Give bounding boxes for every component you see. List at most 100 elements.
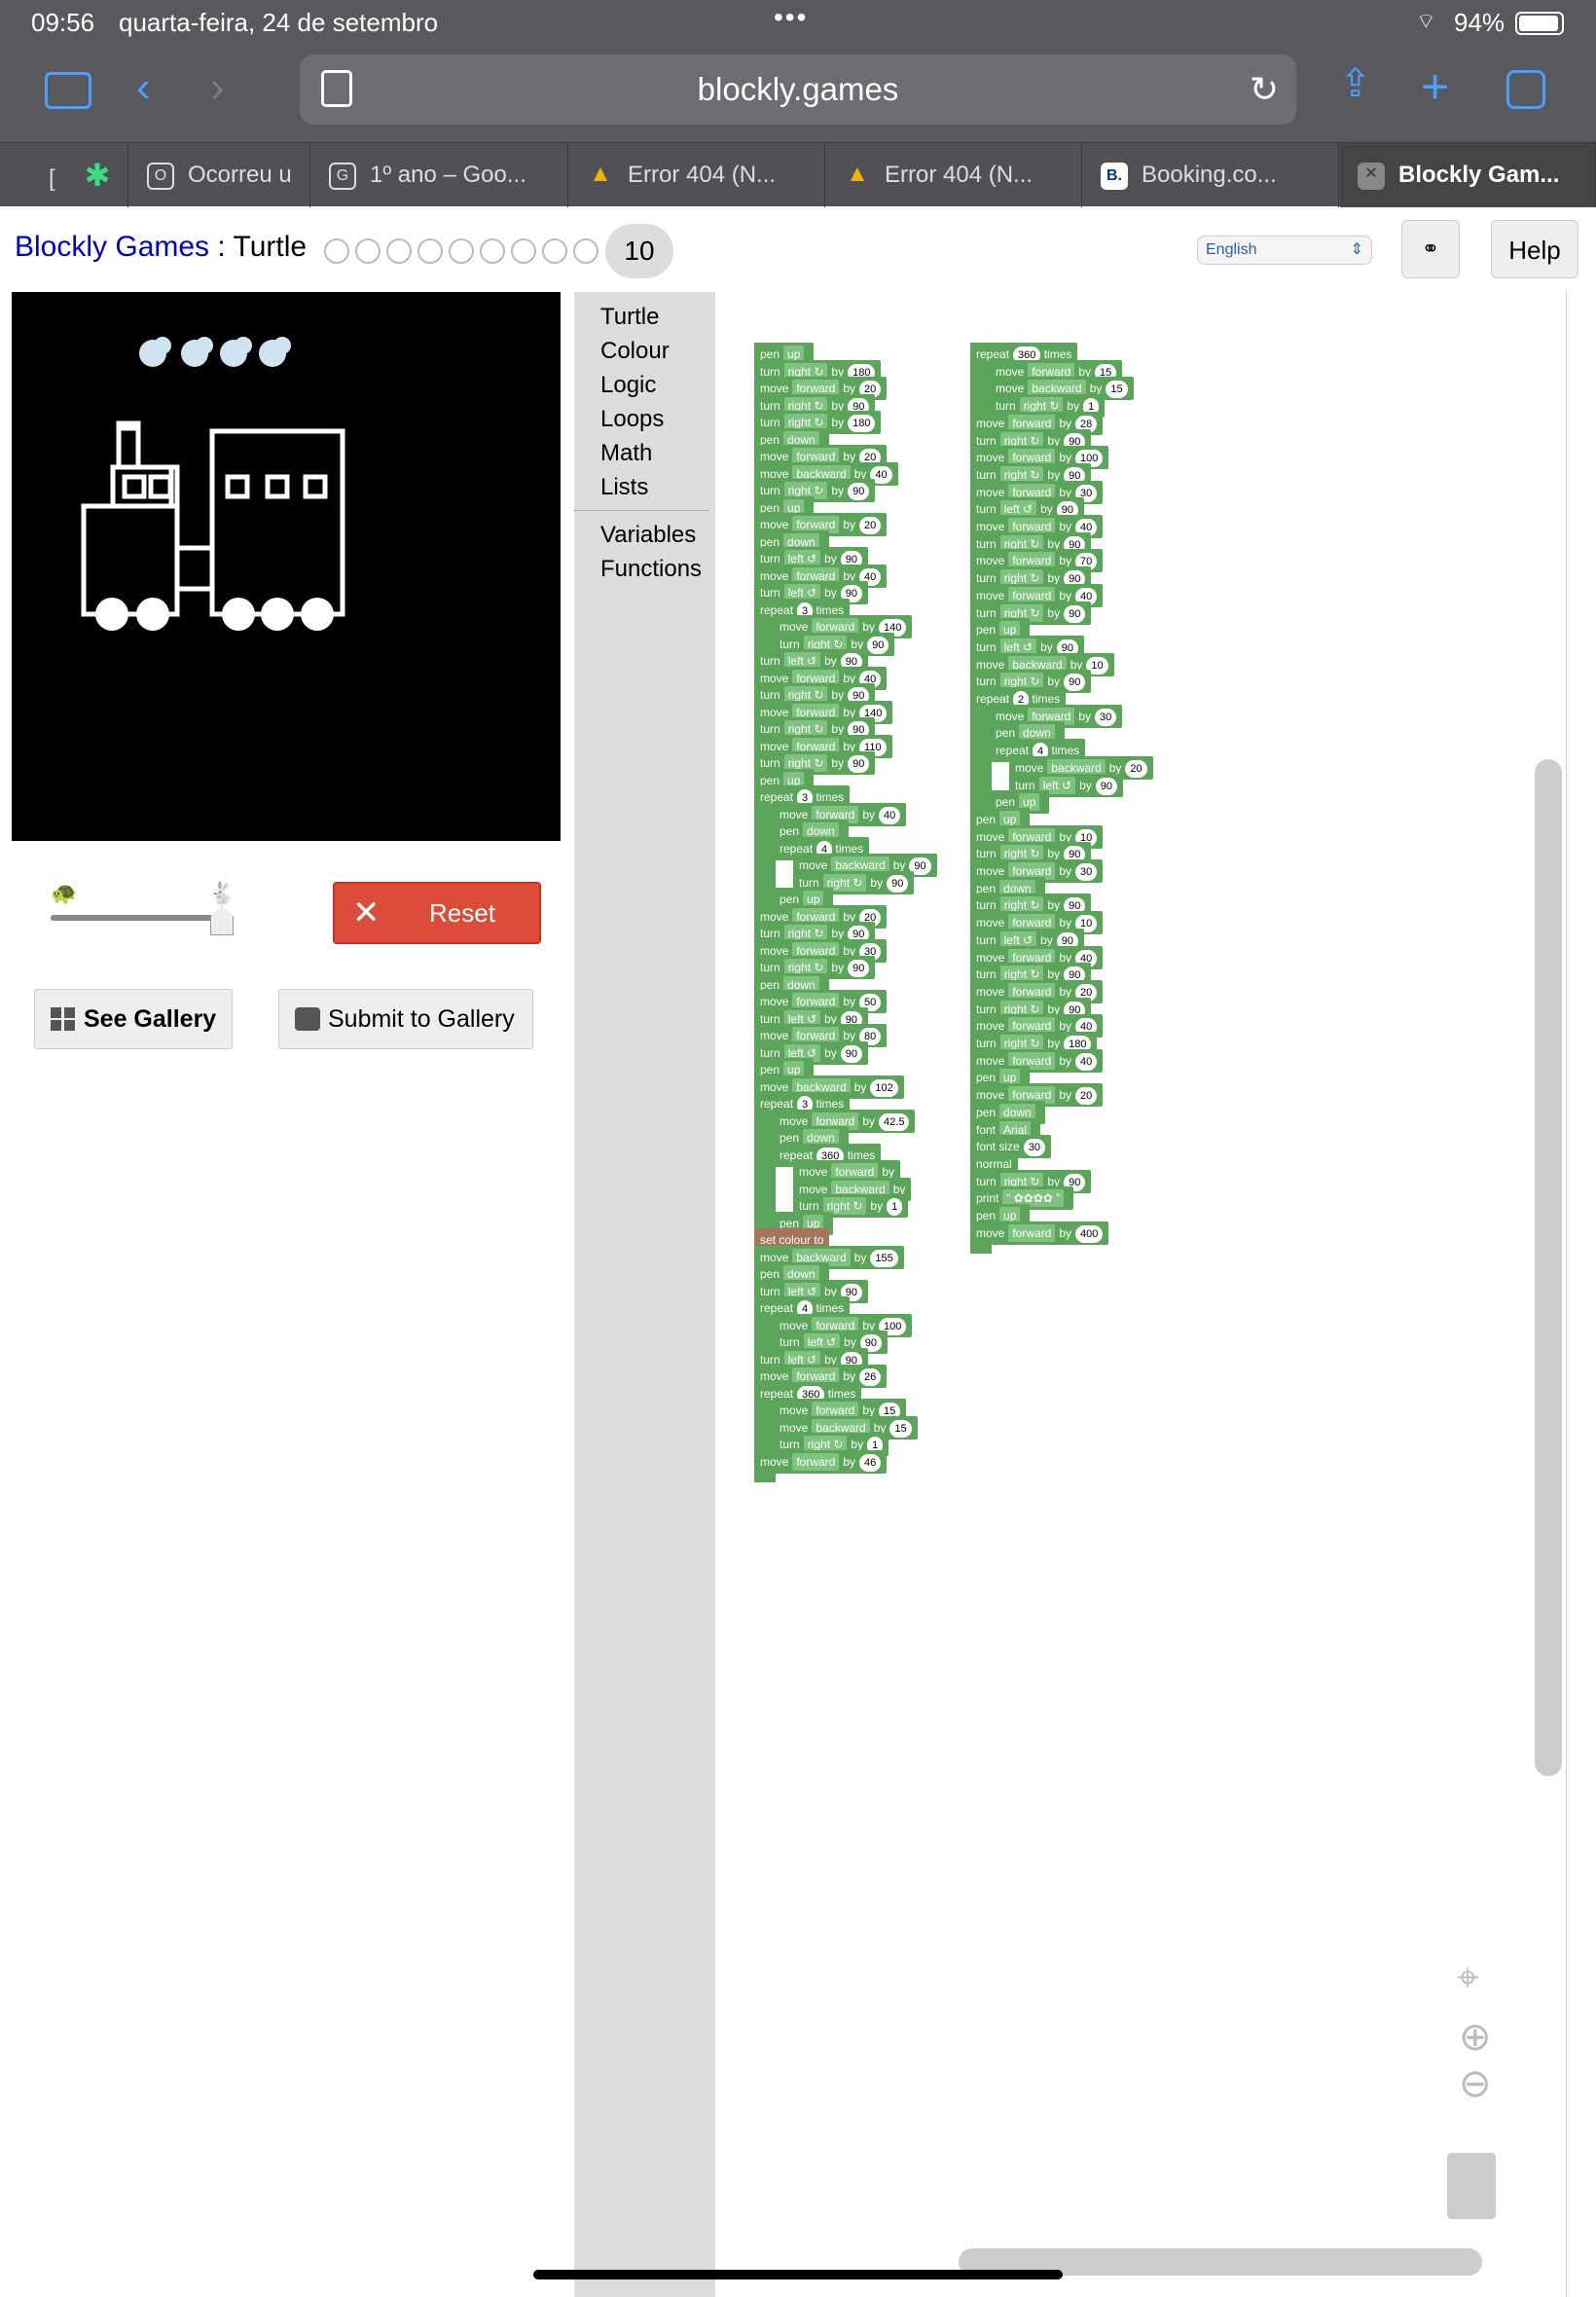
block-number[interactable]: 20 — [1125, 759, 1147, 778]
category-logic[interactable]: Logic — [574, 368, 715, 402]
tabs-overview-icon[interactable] — [1506, 70, 1545, 109]
toolbox-separator — [574, 510, 709, 511]
block-number[interactable]: 180 — [848, 415, 876, 432]
close-tab-icon[interactable]: ✕ — [1358, 162, 1385, 190]
link-button[interactable]: ⚭ — [1401, 220, 1460, 278]
block-number[interactable]: 30 — [1023, 1139, 1045, 1157]
status-date: quarta-feira, 24 de setembro — [119, 8, 439, 37]
block-number[interactable]: 102 — [870, 1078, 898, 1097]
tab-favicon: O — [147, 162, 174, 190]
block-number[interactable]: 90 — [1064, 604, 1086, 623]
block-number[interactable]: 90 — [840, 1044, 863, 1063]
block-number[interactable]: 30 — [1075, 863, 1098, 881]
wifi-icon: ⌔ — [1416, 9, 1436, 33]
home-indicator — [533, 2270, 1063, 2279]
block-number[interactable]: 90 — [867, 636, 889, 654]
turtle-icon: 🐢 — [51, 881, 78, 905]
multitask-dots[interactable]: ••• — [774, 2, 808, 33]
reload-icon[interactable]: ↻ — [1250, 55, 1279, 125]
battery-icon — [1515, 12, 1564, 35]
block-number[interactable]: 155 — [870, 1249, 898, 1267]
tab-ocorreu[interactable]: O Ocorreu u — [129, 143, 310, 207]
level-dot[interactable] — [355, 238, 381, 264]
vertical-scrollbar[interactable] — [1535, 759, 1562, 1776]
zoom-in-icon[interactable]: ⊕ — [1459, 2015, 1492, 2060]
turtle-canvas — [12, 292, 561, 841]
slider-knob[interactable] — [210, 906, 234, 935]
block-number[interactable]: 15 — [889, 1419, 912, 1438]
block-number[interactable]: 40 — [879, 806, 901, 824]
block-number[interactable]: 15 — [1106, 381, 1128, 399]
drive-icon: ▲ — [846, 160, 869, 187]
block-dropdown[interactable]: forward — [1008, 1223, 1056, 1242]
block-number[interactable]: 42.5 — [879, 1112, 910, 1131]
category-functions[interactable]: Functions — [574, 552, 715, 586]
level-dot[interactable] — [324, 238, 349, 264]
current-level[interactable]: 10 — [605, 224, 673, 278]
share-icon[interactable]: ⇪ — [1339, 64, 1372, 103]
see-gallery-button[interactable]: See Gallery — [34, 989, 233, 1049]
url-text: blockly.games — [697, 71, 899, 107]
block-number[interactable]: 400 — [1075, 1224, 1104, 1243]
browser-toolbar: ‹ › blockly.games ↻ ⇪ + — [0, 47, 1596, 142]
category-turtle[interactable]: Turtle — [574, 300, 715, 334]
zoom-out-icon[interactable]: ⊖ — [1459, 2061, 1492, 2106]
blocks-workspace[interactable]: pen up turn right ↻ by 180 move forward by 20 turn… — [715, 292, 1567, 2297]
help-button[interactable]: Help — [1491, 220, 1578, 278]
block-number[interactable]: 46 — [859, 1453, 882, 1472]
block-number[interactable]: 90 — [848, 960, 870, 977]
category-loops[interactable]: Loops — [574, 402, 715, 436]
category-math[interactable]: Math — [574, 436, 715, 470]
rabbit-icon: 🐇 — [208, 881, 236, 905]
block-number[interactable]: 90 — [848, 755, 870, 773]
block-move[interactable]: move forward by 46 — [754, 1449, 888, 1474]
level-dot[interactable] — [542, 238, 567, 264]
level-dot[interactable] — [386, 238, 412, 264]
level-dot[interactable] — [573, 238, 598, 264]
tab-error-2[interactable]: ▲ Error 404 (N... — [826, 143, 1082, 207]
block-dropdown[interactable]: forward — [792, 1452, 840, 1471]
block-stacks: pen up turn right ↻ by 180 move forward by 20 turn… — [715, 292, 1566, 2297]
page-title: Blockly Games : Turtle — [15, 231, 308, 263]
tab-error-1[interactable]: ▲ Error 404 (N... — [569, 143, 825, 207]
level-dot[interactable] — [417, 238, 443, 264]
category-lists[interactable]: Lists — [574, 470, 715, 504]
block-number[interactable]: 90 — [1095, 777, 1118, 795]
address-bar[interactable]: blockly.games ↻ — [300, 55, 1296, 125]
level-dot[interactable] — [480, 238, 505, 264]
block-number[interactable]: 26 — [859, 1368, 882, 1386]
blockly-games-link[interactable]: Blockly Games — [15, 231, 209, 263]
tab-bar: [✱ O Ocorreu u G 1º ano – Goo... ▲ Error 40… — [0, 142, 1596, 207]
category-colour[interactable]: Colour — [574, 334, 715, 368]
block-number[interactable]: 90 — [887, 874, 909, 893]
block-number[interactable]: 90 — [1064, 674, 1086, 692]
reset-button[interactable]: ✕ Reset — [333, 882, 541, 944]
back-icon[interactable]: ‹ — [136, 66, 151, 109]
block-move[interactable]: move forward by 400 — [970, 1221, 1109, 1245]
new-tab-icon[interactable]: + — [1421, 62, 1449, 111]
trash-icon[interactable] — [1447, 2153, 1496, 2219]
submit-gallery-button[interactable]: Submit to Gallery — [278, 989, 533, 1049]
reader-icon[interactable] — [321, 70, 352, 107]
sidebar-icon[interactable] — [45, 72, 91, 109]
block-number[interactable]: 40 — [1075, 1052, 1098, 1071]
tab-booking[interactable]: B. Booking.co... — [1083, 143, 1339, 207]
select-arrow-icon: ⇕ — [1350, 241, 1363, 258]
toolbox: Turtle Colour Logic Loops Math Lists Var… — [574, 292, 715, 2297]
forward-icon[interactable]: › — [210, 66, 225, 109]
locate-icon[interactable]: ⌖ — [1457, 1956, 1479, 2000]
category-variables[interactable]: Variables — [574, 518, 715, 552]
speed-slider[interactable]: 🐢 🐇 — [49, 881, 243, 939]
block-number[interactable]: 20 — [1075, 1087, 1098, 1106]
tab-blockly[interactable]: ✕ Blockly Gam... — [1340, 143, 1596, 207]
block-number[interactable]: 90 — [848, 483, 870, 500]
link-icon: ⚭ — [1421, 237, 1440, 261]
tab-pinned[interactable]: [✱ — [0, 143, 128, 207]
block-number[interactable]: 30 — [1095, 708, 1117, 726]
block-number[interactable]: 20 — [859, 517, 882, 534]
block-number[interactable]: 1 — [887, 1198, 903, 1216]
level-dot[interactable] — [449, 238, 474, 264]
tab-google[interactable]: G 1º ano – Goo... — [311, 143, 568, 207]
language-select[interactable]: English ⇕ — [1197, 236, 1372, 265]
level-dot[interactable] — [511, 238, 536, 264]
